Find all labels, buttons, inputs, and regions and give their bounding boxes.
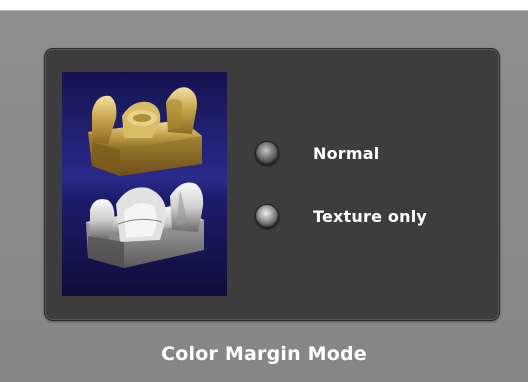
tooth-model-preview-icon	[62, 72, 227, 296]
option-texture-only-label: Texture only	[313, 206, 428, 226]
radio-button-normal-icon[interactable]	[255, 141, 279, 165]
radio-button-texture-only-icon[interactable]	[255, 204, 279, 228]
option-normal[interactable]: Normal	[255, 141, 379, 165]
option-normal-label: Normal	[313, 143, 380, 163]
option-texture-only[interactable]: Texture only	[255, 204, 427, 228]
page-title: Color Margin Mode	[161, 343, 367, 365]
